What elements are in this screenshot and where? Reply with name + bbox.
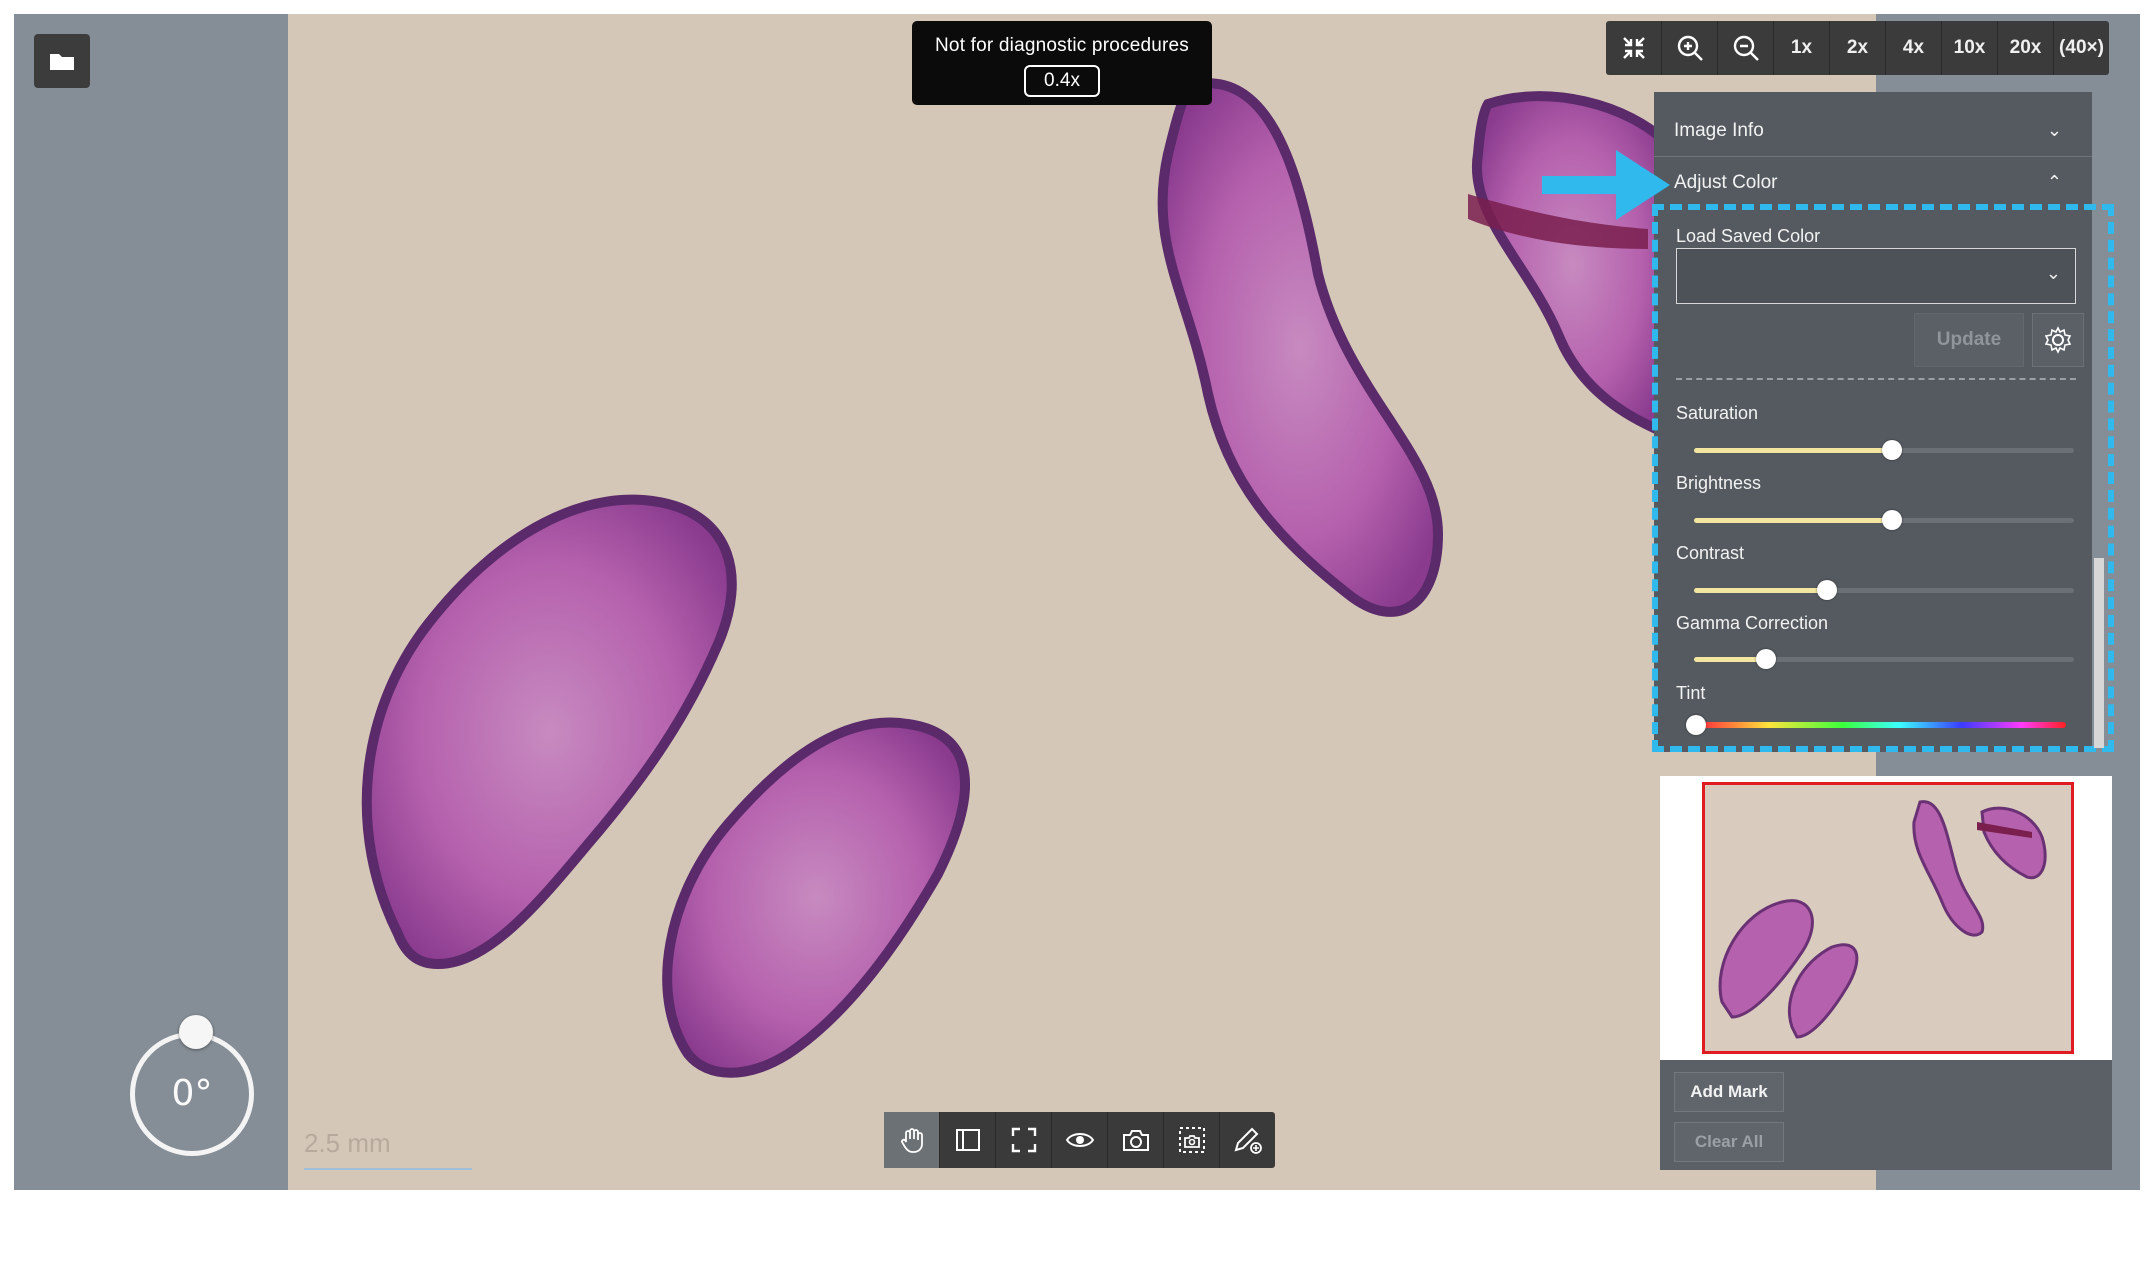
- tissue-section-2: [662, 717, 970, 1078]
- panel-scrollbar[interactable]: [2094, 558, 2104, 748]
- collapse-button[interactable]: [1606, 21, 1662, 75]
- notice-text: Not for diagnostic procedures: [935, 35, 1189, 56]
- rotation-value: 0°: [171, 1073, 213, 1114]
- zoom-2x-button[interactable]: 2x: [1830, 21, 1886, 75]
- region-capture-icon: [1178, 1127, 1205, 1153]
- section-divider: [1676, 378, 2076, 380]
- folder-button[interactable]: [34, 34, 90, 88]
- scale-bar: 2.5 mm: [304, 1128, 472, 1170]
- tint-label: Tint: [1676, 683, 1706, 703]
- color-settings-button[interactable]: [2032, 313, 2084, 367]
- folder-icon: [50, 54, 74, 70]
- mark-controls: Add Mark Clear All: [1660, 1060, 2112, 1170]
- tissue-section-3: [1157, 78, 1444, 617]
- scale-bar-line: [304, 1168, 472, 1170]
- zoom-10x-button[interactable]: 10x: [1942, 21, 1998, 75]
- tissue-section-1: [361, 494, 737, 970]
- chevron-down-icon: ⌄: [2046, 120, 2062, 140]
- saturation-fill: [1694, 448, 1892, 453]
- fullscreen-button[interactable]: [996, 1112, 1052, 1168]
- current-zoom: 0.4x: [1024, 65, 1100, 97]
- pan-button[interactable]: [884, 1112, 940, 1168]
- panel-toggle-icon: [955, 1129, 980, 1151]
- slide-minimap[interactable]: [1660, 776, 2112, 1060]
- load-saved-color-label: Load Saved Color: [1676, 226, 1821, 246]
- scale-bar-label: 2.5 mm: [304, 1128, 391, 1158]
- saturation-thumb[interactable]: [1881, 440, 1902, 460]
- zoom-20x-button[interactable]: 20x: [1998, 21, 2054, 75]
- brightness-fill: [1694, 518, 1892, 523]
- zoom-40x-button[interactable]: (40×): [2054, 21, 2109, 75]
- adjust-color-label: Adjust Color: [1674, 172, 1778, 193]
- update-button[interactable]: Update: [1914, 313, 2024, 367]
- zoom-1x-button[interactable]: 1x: [1774, 21, 1830, 75]
- saved-color-select[interactable]: ⌄: [1676, 248, 2076, 304]
- brightness-label: Brightness: [1676, 473, 1762, 493]
- panel-toggle-button[interactable]: [940, 1112, 996, 1168]
- contrast-thumb[interactable]: [1817, 580, 1837, 600]
- zoom-out-button[interactable]: [1718, 21, 1774, 75]
- annotate-button[interactable]: [1220, 1112, 1275, 1168]
- contrast-label: Contrast: [1676, 543, 1745, 563]
- region-capture-button[interactable]: [1164, 1112, 1220, 1168]
- image-info-header[interactable]: Image Info ⌄: [1654, 106, 2092, 157]
- camera-icon: [1122, 1130, 1149, 1151]
- diagnostic-notice: Not for diagnostic procedures 0.4x: [912, 21, 1212, 105]
- highlight-arrow-icon: [1542, 150, 1670, 220]
- annotate-pen-icon: [1234, 1127, 1262, 1154]
- fullscreen-icon: [1011, 1127, 1036, 1153]
- pan-hand-icon: [900, 1128, 923, 1153]
- adjust-color-header[interactable]: Adjust Color ⌃: [1654, 158, 2092, 208]
- add-mark-button[interactable]: Add Mark: [1674, 1072, 1784, 1112]
- visibility-button[interactable]: [1052, 1112, 1108, 1168]
- brightness-slider[interactable]: [1694, 510, 2074, 530]
- viewport-indicator[interactable]: [1702, 782, 2074, 1054]
- bottom-toolbar: [884, 1112, 1275, 1168]
- contrast-slider[interactable]: [1694, 580, 2074, 600]
- rotation-knob[interactable]: [179, 1015, 213, 1049]
- rotation-dial[interactable]: 0°: [130, 1015, 254, 1156]
- gear-icon: [2044, 326, 2072, 354]
- clear-all-button[interactable]: Clear All: [1674, 1122, 1784, 1162]
- tint-thumb[interactable]: [1686, 715, 1706, 735]
- brightness-thumb[interactable]: [1881, 510, 1902, 530]
- tissue-section-4: [1471, 91, 1673, 442]
- saturation-label: Saturation: [1676, 403, 1759, 423]
- tint-slider[interactable]: [1686, 715, 2066, 735]
- chevron-down-icon: ⌄: [2045, 263, 2061, 283]
- chevron-up-icon: ⌃: [2046, 172, 2062, 192]
- zoom-in-icon: [1677, 35, 1703, 61]
- zoom-out-icon: [1733, 35, 1759, 61]
- saturation-slider[interactable]: [1694, 440, 2074, 460]
- contrast-fill: [1694, 588, 1827, 593]
- screenshot-button[interactable]: [1108, 1112, 1164, 1168]
- gamma-correction-label: Gamma Correction: [1676, 613, 1829, 633]
- gamma-correction-slider[interactable]: [1694, 649, 2074, 669]
- zoom-in-button[interactable]: [1662, 21, 1718, 75]
- zoom-toolbar: 1x 2x 4x 10x 20x (40×): [1606, 21, 2109, 75]
- zoom-4x-button[interactable]: 4x: [1886, 21, 1942, 75]
- eye-icon: [1065, 1133, 1094, 1147]
- collapse-icon: [1622, 37, 1645, 59]
- image-info-label: Image Info: [1674, 120, 1764, 141]
